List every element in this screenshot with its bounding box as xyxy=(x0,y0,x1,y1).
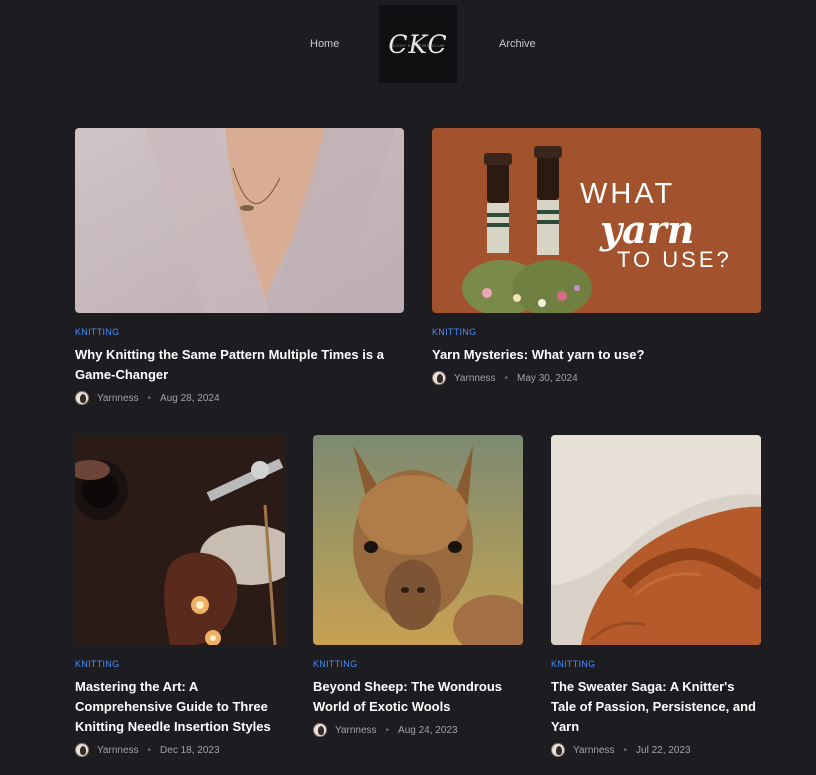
post-date: May 30, 2024 xyxy=(517,372,578,384)
what-yarn-image: WHAT yarn TO USE? xyxy=(432,128,761,313)
meta-separator: • xyxy=(385,724,390,736)
meta-separator: • xyxy=(504,372,509,384)
post-category[interactable]: KNITTING xyxy=(75,327,404,337)
post-card[interactable]: WHAT yarn TO USE? KNITTING Yarn Mysterie… xyxy=(432,128,761,385)
post-card[interactable]: KNITTING The Sweater Saga: A Knitter's T… xyxy=(551,435,761,757)
image-text-yarn: yarn xyxy=(599,207,694,252)
image-text-to-use: TO USE? xyxy=(617,247,732,272)
post-author[interactable]: Yarnness xyxy=(454,373,496,384)
post-meta: Yarnness • Jul 22, 2023 xyxy=(551,743,761,757)
post-meta: Yarnness • Aug 24, 2023 xyxy=(313,723,523,737)
meta-separator: • xyxy=(623,744,628,756)
author-avatar[interactable] xyxy=(551,743,565,757)
author-avatar[interactable] xyxy=(75,743,89,757)
logo-subtitle: COZY KNITTING CLUB xyxy=(393,43,445,48)
post-title[interactable]: Yarn Mysteries: What yarn to use? xyxy=(432,345,761,365)
post-title[interactable]: Why Knitting the Same Pattern Multiple T… xyxy=(75,345,404,385)
post-author[interactable]: Yarnness xyxy=(573,745,615,756)
post-thumbnail[interactable]: WHAT yarn TO USE? xyxy=(432,128,761,313)
post-category[interactable]: KNITTING xyxy=(75,659,285,669)
image-text-what: WHAT xyxy=(580,178,675,210)
post-meta: Yarnness • Aug 28, 2024 xyxy=(75,391,404,405)
author-avatar[interactable] xyxy=(432,371,446,385)
post-meta: Yarnness • May 30, 2024 xyxy=(432,371,761,385)
top-nav: Home CKC COZY KNITTING CLUB Archive xyxy=(0,0,816,90)
post-author[interactable]: Yarnness xyxy=(335,725,377,736)
post-title[interactable]: The Sweater Saga: A Knitter's Tale of Pa… xyxy=(551,677,761,737)
post-thumbnail[interactable] xyxy=(75,128,404,313)
post-thumbnail[interactable] xyxy=(551,435,761,645)
post-card[interactable]: KNITTING Mastering the Art: A Comprehens… xyxy=(75,435,285,757)
author-avatar[interactable] xyxy=(313,723,327,737)
orange-sweater-image xyxy=(551,435,761,645)
post-card[interactable]: KNITTING Beyond Sheep: The Wondrous Worl… xyxy=(313,435,523,737)
sweater-necklace-image xyxy=(75,128,404,313)
site-logo[interactable]: CKC COZY KNITTING CLUB xyxy=(379,5,457,83)
post-date: Jul 22, 2023 xyxy=(636,744,691,756)
post-date: Aug 28, 2024 xyxy=(160,392,220,404)
post-category[interactable]: KNITTING xyxy=(432,327,761,337)
post-title[interactable]: Mastering the Art: A Comprehensive Guide… xyxy=(75,677,285,737)
post-meta: Yarnness • Dec 18, 2023 xyxy=(75,743,285,757)
meta-separator: • xyxy=(147,744,152,756)
post-date: Dec 18, 2023 xyxy=(160,744,220,756)
post-author[interactable]: Yarnness xyxy=(97,745,139,756)
post-category[interactable]: KNITTING xyxy=(551,659,761,669)
post-author[interactable]: Yarnness xyxy=(97,393,139,404)
nav-home-link[interactable]: Home xyxy=(310,38,339,50)
post-thumbnail[interactable] xyxy=(313,435,523,645)
post-title[interactable]: Beyond Sheep: The Wondrous World of Exot… xyxy=(313,677,523,717)
post-card[interactable]: KNITTING Why Knitting the Same Pattern M… xyxy=(75,128,404,405)
meta-separator: • xyxy=(147,392,152,404)
post-category[interactable]: KNITTING xyxy=(313,659,523,669)
post-date: Aug 24, 2023 xyxy=(398,724,458,736)
author-avatar[interactable] xyxy=(75,391,89,405)
alpaca-image xyxy=(313,435,523,645)
nav-archive-link[interactable]: Archive xyxy=(499,38,536,50)
coffee-candles-image xyxy=(75,435,285,645)
post-thumbnail[interactable] xyxy=(75,435,285,645)
